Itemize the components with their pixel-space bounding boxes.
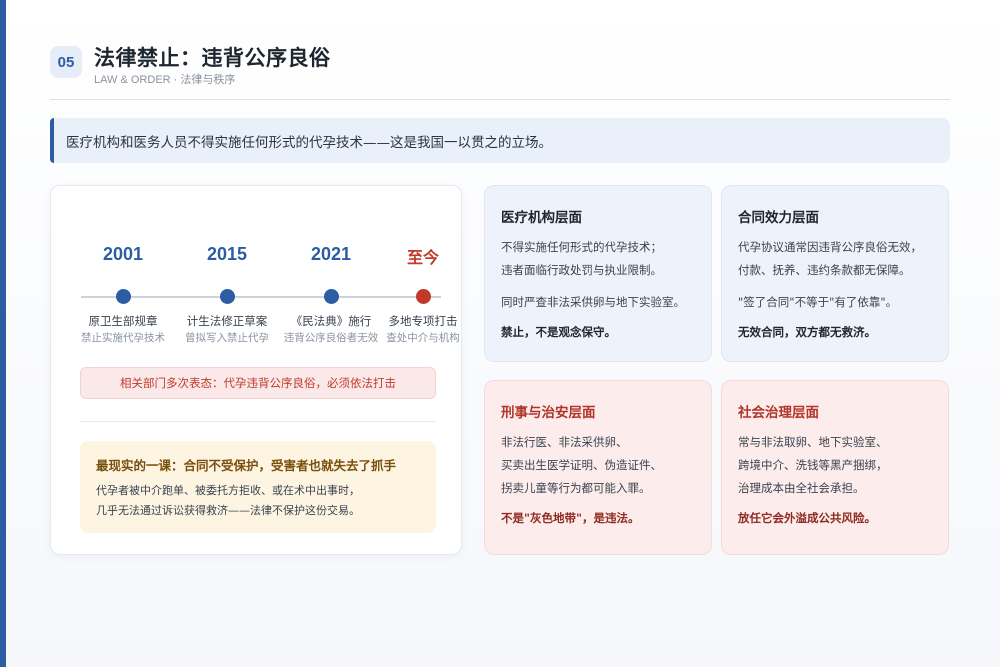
card-line: 治理成本由全社会承担。 <box>738 481 865 495</box>
divider <box>80 421 436 422</box>
card-criminal: 刑事与治安层面 非法行医、非法采供卵、 买卖出生医学证明、伪造证件、 拐卖儿童等… <box>484 380 712 555</box>
card-title: 刑事与治安层面 <box>501 405 596 421</box>
page-title: 法律禁止：违背公序良俗 <box>94 46 331 70</box>
timeline-year: 2021 <box>310 244 352 264</box>
card-line: 代孕协议通常因违背公序良俗无效， <box>738 240 922 254</box>
card-line: 拐卖儿童等行为都可能入罪。 <box>501 481 651 495</box>
timeline-item: 2021 《民法典》施行 违背公序良俗者无效 <box>279 186 383 356</box>
timeline-label: 计生法修正草案 <box>186 314 268 328</box>
timeline-item: 2001 原卫生部规章 禁止实施代孕技术 <box>71 186 175 356</box>
section-number-badge: 05 <box>50 46 82 78</box>
lesson-line: 几乎无法通过诉讼获得救济——法律不保护这份交易。 <box>96 504 360 517</box>
timeline-year: 2015 <box>206 244 248 264</box>
timeline-label: 原卫生部规章 <box>88 314 158 328</box>
lesson-callout: 最现实的一课：合同不受保护，受害者也就失去了抓手 代孕者被中介跑单、被委托方拒收… <box>80 441 436 533</box>
warning-banner: 相关部门多次表态：代孕违背公序良俗，必须依法打击 <box>80 367 436 399</box>
left-accent-stripe <box>0 0 6 667</box>
card-line: 不得实施任何形式的代孕技术； <box>501 240 662 254</box>
card-medical: 医疗机构层面 不得实施任何形式的代孕技术； 违者面临行政处罚与执业限制。 同时严… <box>484 185 712 362</box>
card-title: 医疗机构层面 <box>501 210 582 226</box>
timeline-dot <box>324 289 339 304</box>
timeline-panel: 2001 原卫生部规章 禁止实施代孕技术 2015 计生法修正草案 曾拟写入禁止… <box>50 185 462 555</box>
card-line: 同时严查非法采供卵与地下实验室。 <box>501 295 685 309</box>
timeline-label: 多地专项打击 <box>388 314 458 328</box>
timeline-year: 至今 <box>406 248 439 267</box>
timeline-item: 2015 计生法修正草案 曾拟写入禁止代孕 <box>175 186 279 356</box>
timeline-desc: 查处中介与机构 <box>386 332 460 344</box>
timeline-dot <box>416 289 431 304</box>
timeline-desc: 禁止实施代孕技术 <box>81 332 165 344</box>
card-line: 付款、抚养、违约条款都无保障。 <box>738 263 911 277</box>
page-header: 05 法律禁止：违背公序良俗 LAW & ORDER · 法律与秩序 <box>50 40 950 100</box>
timeline-dot <box>220 289 235 304</box>
card-line: 违者面临行政处罚与执业限制。 <box>501 263 662 277</box>
card-social: 社会治理层面 常与非法取卵、地下实验室、 跨境中介、洗钱等黑产捆绑， 治理成本由… <box>721 380 949 555</box>
lesson-title: 最现实的一课：合同不受保护，受害者也就失去了抓手 <box>96 458 397 473</box>
card-title: 合同效力层面 <box>738 210 819 226</box>
timeline-desc: 违背公序良俗者无效 <box>283 332 379 344</box>
card-conclusion: 放任它会外溢成公共风险。 <box>738 511 876 525</box>
intro-text: 医疗机构和医务人员不得实施任何形式的代孕技术——这是我国一以贯之的立场。 <box>66 134 552 151</box>
timeline-label: 《民法典》施行 <box>290 314 372 328</box>
page-subtitle: LAW & ORDER · 法律与秩序 <box>94 74 236 86</box>
card-line: 买卖出生医学证明、伪造证件、 <box>501 458 662 472</box>
warning-text: 相关部门多次表态：代孕违背公序良俗，必须依法打击 <box>120 376 396 390</box>
timeline-year: 2001 <box>102 244 144 264</box>
card-title: 社会治理层面 <box>738 405 819 421</box>
timeline-item: 至今 多地专项打击 查处中介与机构 <box>371 186 475 356</box>
lesson-line: 代孕者被中介跑单、被委托方拒收、或在术中出事时， <box>96 484 360 497</box>
card-line: 跨境中介、洗钱等黑产捆绑， <box>738 458 888 472</box>
card-conclusion: 无效合同，双方都无救济。 <box>738 325 876 339</box>
card-line: "签了合同"不等于"有了依靠"。 <box>738 295 898 309</box>
timeline-desc: 曾拟写入禁止代孕 <box>185 332 269 344</box>
timeline-dot <box>116 289 131 304</box>
card-contract: 合同效力层面 代孕协议通常因违背公序良俗无效， 付款、抚养、违约条款都无保障。 … <box>721 185 949 362</box>
card-line: 常与非法取卵、地下实验室、 <box>738 435 888 449</box>
timeline: 2001 原卫生部规章 禁止实施代孕技术 2015 计生法修正草案 曾拟写入禁止… <box>51 186 463 356</box>
card-line: 非法行医、非法采供卵、 <box>501 435 628 449</box>
card-conclusion: 不是"灰色地带"，是违法。 <box>501 511 640 525</box>
card-conclusion: 禁止，不是观念保守。 <box>501 325 616 339</box>
intro-banner: 医疗机构和医务人员不得实施任何形式的代孕技术——这是我国一以贯之的立场。 <box>50 118 950 163</box>
